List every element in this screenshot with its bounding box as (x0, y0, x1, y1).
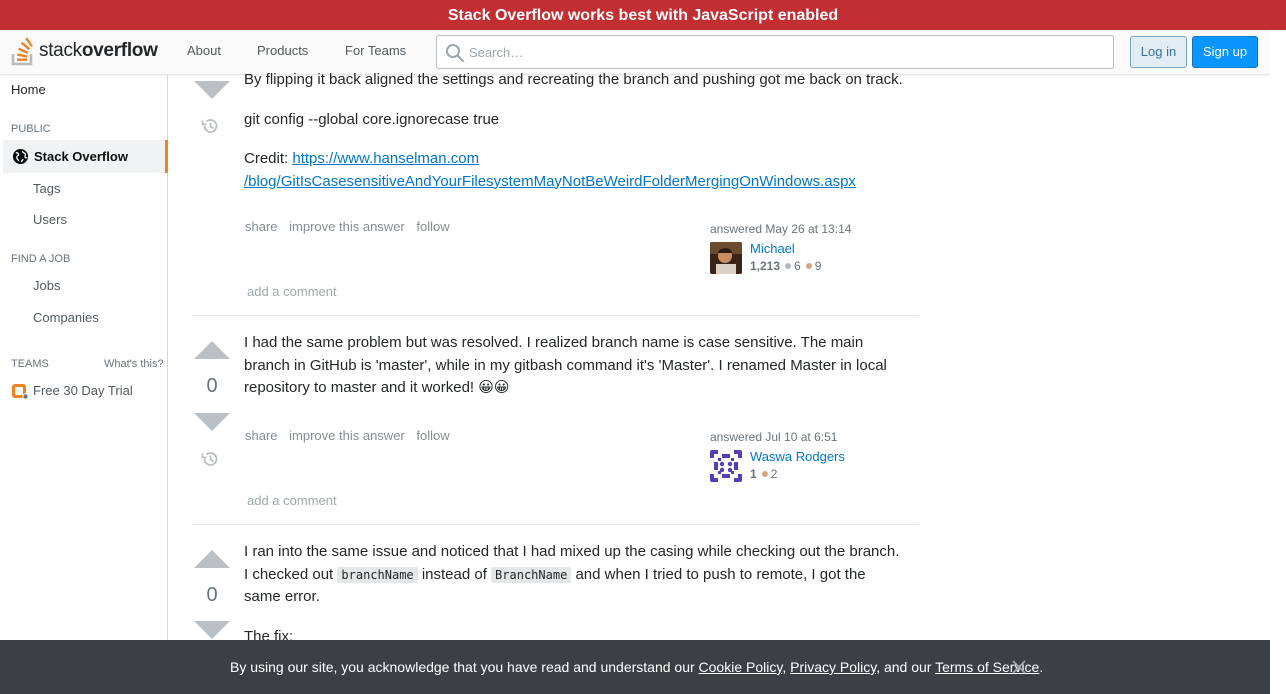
silver-badge-icon (785, 263, 792, 270)
sidebar-heading-public: PUBLIC (11, 123, 51, 135)
sidebar-item-jobs[interactable]: Jobs (33, 278, 60, 293)
cookie-separator: , (782, 659, 791, 675)
sidebar-item-free-trial[interactable]: Free 30 Day Trial (33, 383, 133, 398)
vote-up-icon[interactable] (194, 341, 230, 359)
bronze-badge-icon (805, 263, 812, 270)
answered-time: answered May 26 at 13:14 (710, 222, 852, 236)
cookie-notice: By using our site, you acknowledge that … (230, 659, 1043, 675)
cookie-separator: , and our (876, 659, 936, 675)
credit-paragraph: Credit: https://www.hanselman.com/blog/G… (244, 148, 904, 193)
vote-down-icon[interactable] (194, 621, 230, 639)
vote-down-icon[interactable] (194, 413, 230, 431)
nav-about[interactable]: About (187, 43, 221, 58)
nav-products[interactable]: Products (257, 43, 308, 58)
bronze-badge-count: 9 (814, 259, 822, 273)
improve-answer-link[interactable]: improve this answer (289, 428, 405, 443)
answer-text: instead of (417, 565, 492, 583)
vote-up-icon[interactable] (194, 550, 230, 568)
site-logo[interactable]: stackoverflow (11, 34, 159, 68)
bronze-badge-count: 2 (770, 467, 778, 481)
share-link[interactable]: share (245, 219, 278, 234)
sidebar-item-users[interactable]: Users (33, 212, 67, 227)
signup-button[interactable]: Sign up (1192, 36, 1258, 68)
cookie-policy-link[interactable]: Cookie Policy (699, 659, 783, 675)
answer-paragraph: By flipping it back aligned the settings… (244, 71, 903, 88)
left-sidebar: Home PUBLIC Stack Overflow Tags Users FI… (0, 75, 168, 694)
history-icon[interactable] (200, 116, 220, 136)
answered-time: answered Jul 10 at 6:51 (710, 430, 838, 444)
scrollbar[interactable] (1270, 30, 1286, 694)
sidebar-heading-find-a-job: FIND A JOB (11, 253, 71, 265)
add-comment-link[interactable]: add a comment (247, 284, 337, 299)
close-icon[interactable] (1011, 659, 1027, 675)
search-box (436, 35, 1114, 69)
sidebar-item-companies[interactable]: Companies (33, 310, 99, 325)
user-name[interactable]: Waswa Rodgers (750, 449, 845, 464)
user-reputation: 12 (750, 467, 777, 481)
post-menu: share improve this answer follow (245, 219, 458, 234)
vote-down-icon[interactable] (194, 81, 230, 99)
login-button[interactable]: Log in (1130, 36, 1187, 68)
sidebar-item-tags[interactable]: Tags (33, 181, 60, 196)
logo-text-bold: overflow (81, 40, 158, 61)
answer-body: By flipping it back aligned the settings… (244, 69, 904, 210)
user-card: answered Jul 10 at 6:51 Waswa Rodgers 1 … (710, 430, 910, 482)
history-icon[interactable] (200, 449, 220, 469)
follow-link[interactable]: follow (416, 219, 449, 234)
logo-wordmark: stackoverflow (39, 40, 158, 62)
grinning-face-icon: 😀😀 (478, 379, 510, 396)
search-icon (446, 44, 465, 63)
answer-paragraph: I had the same problem but was resolved.… (244, 332, 904, 400)
answer-item: 0 I ran into the same issue and noticed … (192, 525, 919, 645)
sidebar-item-label: Stack Overflow (34, 149, 128, 164)
identicon-avatar[interactable] (710, 450, 742, 482)
javascript-banner: Stack Overflow works best with JavaScrip… (0, 0, 1286, 30)
whats-this-link[interactable]: What's this? (104, 358, 164, 370)
inline-code: BranchName (491, 566, 572, 583)
share-link[interactable]: share (245, 428, 278, 443)
sidebar-heading-teams: TEAMS (11, 358, 49, 370)
sidebar-item-home[interactable]: Home (11, 82, 46, 97)
post-menu: share improve this answer follow (245, 428, 458, 443)
answer-paragraph: I ran into the same issue and noticed th… (244, 541, 904, 609)
answer-body: I had the same problem but was resolved.… (244, 332, 904, 417)
follow-link[interactable]: follow (416, 428, 449, 443)
answer-paragraph: git config --global core.ignorecase true (244, 110, 500, 128)
cookie-consent-bar: By using our site, you acknowledge that … (0, 640, 1270, 694)
credit-link-continued[interactable]: /blog/GitIsCasesensitiveAndYourFilesyste… (244, 173, 856, 190)
vote-count: 0 (206, 375, 218, 397)
sidebar-item-stack-overflow[interactable]: Stack Overflow (3, 140, 168, 173)
search-input[interactable] (469, 36, 1099, 68)
globe-icon (12, 148, 29, 165)
answer-text: I had the same problem but was resolved.… (244, 334, 887, 396)
cookie-suffix: . (1039, 659, 1044, 675)
answer-item: By flipping it back aligned the settings… (192, 65, 919, 315)
vote-count: 0 (206, 584, 218, 606)
reputation-score: 1,213 (750, 259, 781, 273)
answer-item: 0 I had the same problem but was resolve… (192, 316, 919, 524)
teams-briefcase-icon (12, 384, 29, 400)
credit-link[interactable]: https://www.hanselman.com (292, 150, 479, 167)
silver-badge-count: 6 (794, 259, 801, 273)
privacy-policy-link[interactable]: Privacy Policy (790, 659, 876, 675)
logo-text-regular: stack (39, 40, 82, 61)
improve-answer-link[interactable]: improve this answer (289, 219, 405, 234)
stack-overflow-logo-icon (11, 36, 37, 66)
inline-code: branchName (337, 566, 418, 583)
user-reputation: 1,213 6 9 (750, 259, 821, 273)
bronze-badge-icon (761, 471, 768, 478)
avatar[interactable] (710, 242, 742, 274)
main-content: By flipping it back aligned the settings… (168, 71, 1270, 645)
add-comment-link[interactable]: add a comment (247, 493, 337, 508)
reputation-score: 1 (750, 467, 757, 481)
credit-label: Credit: (244, 150, 293, 167)
nav-for-teams[interactable]: For Teams (345, 43, 406, 58)
cookie-notice-text: By using our site, you acknowledge that … (230, 659, 699, 675)
user-name[interactable]: Michael (750, 241, 795, 256)
user-card: answered May 26 at 13:14 Michael 1,213 6 9 (710, 222, 910, 274)
